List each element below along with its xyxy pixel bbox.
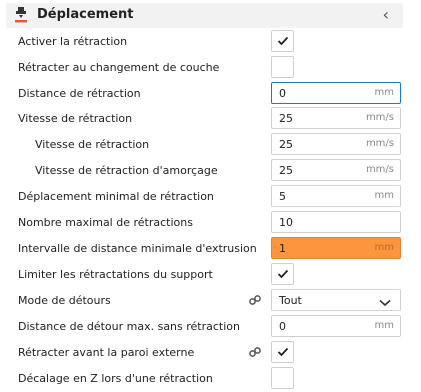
setting-label: Rétracter au changement de couche — [18, 61, 220, 74]
setting-row-vitesse-retraction-sub: Vitesse de rétraction 25 mm/s — [0, 132, 421, 158]
checkmark-icon — [277, 347, 289, 357]
field-unit: mm — [374, 242, 394, 253]
field-value: 0 — [279, 87, 286, 100]
section-header[interactable]: Déplacement ‹ — [6, 3, 403, 28]
setting-row-retracter-paroi: Rétracter avant la paroi externe — [0, 340, 421, 366]
vitesse-amorcage-input[interactable]: 25 mm/s — [271, 159, 401, 181]
vitesse-retraction-sub-input[interactable]: 25 mm/s — [271, 133, 401, 155]
setting-row-nombre-max: Nombre maximal de rétractions 10 — [0, 210, 421, 236]
deplacement-min-input[interactable]: 5 mm — [271, 185, 401, 207]
limiter-support-checkbox[interactable] — [271, 263, 294, 285]
setting-row-activer-retraction: Activer la rétraction — [0, 29, 421, 55]
setting-label: Vitesse de rétraction — [35, 138, 150, 151]
field-value: 25 — [279, 138, 293, 151]
distance-retraction-input[interactable]: 0 mm — [271, 82, 401, 104]
setting-label: Nombre maximal de rétractions — [18, 216, 193, 229]
nombre-max-input[interactable]: 10 — [271, 211, 401, 233]
setting-label: Vitesse de rétraction — [18, 112, 133, 125]
intervalle-distance-input[interactable]: 1 mm — [271, 237, 401, 259]
setting-row-vitesse-retraction: Vitesse de rétraction 25 mm/s — [0, 106, 421, 132]
section-title: Déplacement — [37, 7, 134, 22]
field-unit: mm/s — [365, 112, 394, 123]
setting-row-retracter-couche: Rétracter au changement de couche — [0, 55, 421, 81]
vitesse-retraction-input[interactable]: 25 mm/s — [271, 107, 401, 129]
field-unit: mm — [374, 87, 394, 98]
setting-row-vitesse-amorcage: Vitesse de rétraction d'amorçage 25 mm/s — [0, 158, 421, 184]
setting-label: Activer la rétraction — [18, 35, 128, 48]
retracter-couche-checkbox[interactable] — [271, 56, 294, 78]
field-unit: mm/s — [365, 138, 394, 149]
settings-panel: Déplacement ‹ Activer la rétraction Rétr… — [0, 0, 421, 392]
setting-row-deplacement-min: Déplacement minimal de rétraction 5 mm — [0, 184, 421, 210]
setting-label: Distance de rétraction — [18, 87, 141, 100]
field-unit: mm/s — [365, 164, 394, 175]
setting-label: Mode de détours — [18, 294, 111, 307]
field-unit: mm — [374, 320, 394, 331]
select-value: Tout — [279, 294, 302, 307]
setting-row-limiter-support: Limiter les rétractations du support — [0, 262, 421, 288]
field-unit: mm — [374, 190, 394, 201]
chevron-down-icon — [379, 297, 391, 310]
field-value: 5 — [279, 190, 286, 203]
decalage-z-checkbox[interactable] — [271, 367, 294, 389]
setting-label: Déplacement minimal de rétraction — [18, 190, 214, 203]
distance-detour-input[interactable]: 0 mm — [271, 315, 401, 337]
link-icon[interactable] — [248, 346, 262, 358]
setting-row-mode-detours: Mode de détours Tout — [0, 288, 421, 314]
chevron-left-icon[interactable]: ‹ — [383, 5, 389, 24]
field-value: 25 — [279, 112, 293, 125]
checkmark-icon — [277, 269, 289, 279]
activer-retraction-checkbox[interactable] — [271, 30, 294, 52]
setting-row-distance-detour: Distance de détour max. sans rétraction … — [0, 314, 421, 340]
setting-label: Distance de détour max. sans rétraction — [18, 320, 240, 333]
travel-icon — [14, 6, 28, 24]
link-icon[interactable] — [248, 294, 262, 306]
setting-label: Rétracter avant la paroi externe — [18, 346, 195, 359]
retracter-paroi-checkbox[interactable] — [271, 341, 294, 363]
setting-label: Limiter les rétractations du support — [18, 268, 213, 281]
setting-row-distance-retraction: Distance de rétraction 0 mm — [0, 81, 421, 107]
setting-row-intervalle-distance: Intervalle de distance minimale d'extrus… — [0, 236, 421, 262]
setting-label: Intervalle de distance minimale d'extrus… — [18, 242, 257, 255]
field-value: 10 — [279, 216, 293, 229]
mode-detours-select[interactable]: Tout — [271, 289, 401, 311]
setting-label: Décalage en Z lors d'une rétraction — [18, 372, 213, 385]
field-value: 25 — [279, 164, 293, 177]
field-value: 0 — [279, 320, 286, 333]
checkmark-icon — [277, 36, 289, 46]
setting-row-decalage-z: Décalage en Z lors d'une rétraction — [0, 366, 421, 392]
field-value: 1 — [279, 242, 286, 255]
setting-label: Vitesse de rétraction d'amorçage — [35, 164, 218, 177]
